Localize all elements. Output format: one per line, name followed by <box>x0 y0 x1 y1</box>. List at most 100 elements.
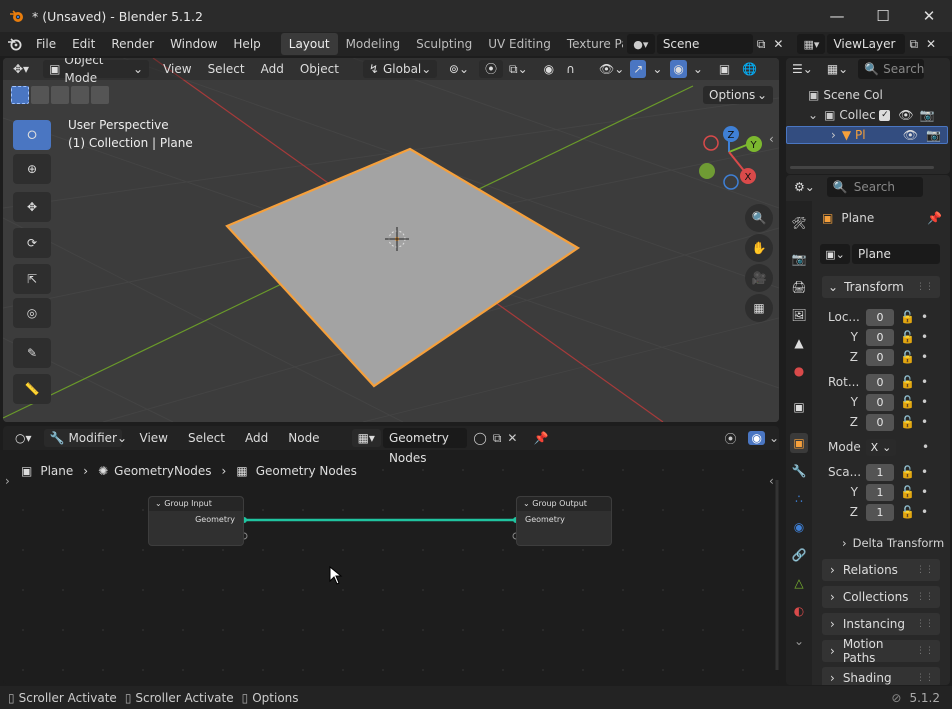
delete-scene-icon[interactable]: ✕ <box>773 37 783 51</box>
rotate-tool-icon[interactable]: ⟳ <box>13 228 51 258</box>
tool-tab-icon[interactable]: 🛠 <box>790 213 808 233</box>
properties-editor-type-icon[interactable]: ⚙⌄ <box>794 180 815 194</box>
properties-search-input[interactable]: 🔍 Search <box>826 177 923 197</box>
menu-render[interactable]: Render <box>103 33 162 55</box>
navigation-gizmo[interactable]: Z Y X <box>691 124 771 194</box>
data-tab-icon[interactable]: △ <box>790 573 808 593</box>
keyframe-dot-icon[interactable]: • <box>921 375 928 389</box>
drag-handle-icon[interactable]: ⋮⋮ <box>916 673 934 683</box>
visibility-eye-icon[interactable]: 👁 <box>903 128 918 142</box>
particles-tab-icon[interactable]: ∴ <box>790 489 808 509</box>
sidebar-toggle-icon[interactable]: ‹ <box>769 474 774 488</box>
exclude-checkbox-icon[interactable]: ✓ <box>879 109 891 121</box>
expand-icon[interactable]: › <box>831 128 836 142</box>
lock-icon[interactable]: 🔓 <box>900 465 915 479</box>
properties-editor[interactable]: ⚙⌄ 🔍 Search 🛠 📷 🖨 🖼 ▲ ● ▣ ▣ 🔧 ∴ ◉ 🔗 △ ◐ … <box>786 175 950 685</box>
tab-uv-editing[interactable]: UV Editing <box>480 33 559 55</box>
select-new-icon[interactable] <box>11 86 29 104</box>
view-layer-tab-icon[interactable]: 🖼 <box>790 305 808 325</box>
unlink-tree-icon[interactable]: ✕ <box>507 431 517 445</box>
menu-edit[interactable]: Edit <box>64 33 103 55</box>
group-input-node[interactable]: ⌄ Group Input Geometry <box>148 496 244 546</box>
object-mode-dropdown[interactable]: ▣ Object Mode ⌄ <box>43 58 150 85</box>
visibility-eye-icon[interactable]: 👁 <box>898 108 913 122</box>
output-tab-icon[interactable]: 🖨 <box>790 277 808 297</box>
close-icon[interactable]: ✕ <box>906 0 952 32</box>
scene-tab-icon[interactable]: ▲ <box>790 333 808 353</box>
display-mode-icon[interactable]: ▦⌄ <box>827 62 848 76</box>
scale-y-field[interactable]: 1 <box>866 483 894 501</box>
scene-selector-icon[interactable]: ●▾ <box>626 34 655 54</box>
proportional-edit-icon[interactable]: ◉ <box>538 60 560 78</box>
outliner-collection[interactable]: ⌄ ▣ Collec ✓ 👁 📷 <box>808 106 948 124</box>
viewport-menu-object[interactable]: Object <box>294 60 345 78</box>
select-intersect-icon[interactable] <box>91 86 109 104</box>
object-tab-icon[interactable]: ▣ <box>790 433 808 453</box>
gizmo-toggle-icon[interactable]: ↗ <box>630 60 647 78</box>
transform-panel-header[interactable]: ⌄ Transform ⋮⋮ <box>822 276 940 298</box>
lock-icon[interactable]: 🔓 <box>900 395 915 409</box>
editor-type-icon[interactable]: ✥▾ <box>7 60 35 78</box>
menu-file[interactable]: File <box>28 33 64 55</box>
viewlayer-field[interactable]: ViewLayer <box>827 34 906 54</box>
overlays-dropdown-icon[interactable]: ⌄ <box>687 60 709 78</box>
camera-view-icon[interactable]: 🎥 <box>745 264 773 292</box>
drag-handle-icon[interactable]: ⋮⋮ <box>916 565 934 575</box>
minimize-icon[interactable]: — <box>814 0 860 32</box>
scale-x-field[interactable]: 1 <box>866 463 894 481</box>
lock-icon[interactable]: 🔓 <box>900 485 915 499</box>
geometry-node-editor[interactable]: ○▾ 🔧 Modifier ⌄ View Select Add Node ▦▾ … <box>3 426 779 684</box>
toolbar-toggle-icon[interactable]: › <box>5 474 10 488</box>
annotate-tool-icon[interactable]: ✎ <box>13 338 51 368</box>
pin-icon[interactable]: 📌 <box>533 431 548 445</box>
node-menu-select[interactable]: Select <box>182 429 231 447</box>
node-menu-view[interactable]: View <box>134 429 174 447</box>
lock-icon[interactable]: 🔓 <box>900 310 915 324</box>
visibility-icon[interactable]: 👁⌄ <box>593 60 630 78</box>
fake-user-shield-icon[interactable]: ◯ <box>473 431 486 445</box>
outliner-editor-type-icon[interactable]: ☰⌄ <box>792 62 813 76</box>
node-tree-browse-icon[interactable]: ▦▾ <box>351 429 381 447</box>
sidebar-toggle-icon[interactable]: ‹ <box>769 132 774 146</box>
tab-modeling[interactable]: Modeling <box>338 33 409 55</box>
drag-handle-icon[interactable]: ⋮⋮ <box>916 592 934 602</box>
ortho-grid-icon[interactable]: ▦ <box>745 294 773 322</box>
keyframe-dot-icon[interactable]: • <box>921 505 928 519</box>
select-subtract-icon[interactable] <box>51 86 69 104</box>
expand-icon[interactable]: ⌄ <box>808 108 818 122</box>
breadcrumb-modifier[interactable]: GeometryNodes <box>114 464 211 478</box>
location-z-field[interactable]: 0 <box>866 348 894 366</box>
keyframe-dot-icon[interactable]: • <box>921 485 928 499</box>
node-overlay-dropdown-icon[interactable]: ⌄ <box>769 431 779 445</box>
gizmo-dropdown-icon[interactable]: ⌄ <box>646 60 668 78</box>
options-dropdown[interactable]: Options ⌄ <box>703 86 773 104</box>
tab-sculpting[interactable]: Sculpting <box>408 33 480 55</box>
render-tab-icon[interactable]: 📷 <box>790 249 808 269</box>
transform-tool-icon[interactable]: ◎ <box>13 298 51 328</box>
snap-node-icon[interactable]: ⦿ <box>724 430 736 447</box>
xray-toggle-icon[interactable]: ▣ <box>713 60 736 78</box>
wireframe-shading-icon[interactable]: 🌐 <box>736 60 763 78</box>
node-menu-add[interactable]: Add <box>239 429 274 447</box>
pin-icon[interactable]: 📌 <box>927 211 942 225</box>
new-scene-icon[interactable]: ⧉ <box>757 37 766 52</box>
keyframe-dot-icon[interactable]: • <box>921 465 928 479</box>
group-output-node[interactable]: ⌄ Group Output Geometry <box>516 496 612 546</box>
breadcrumb-node-tree[interactable]: Geometry Nodes <box>256 464 357 478</box>
location-y-field[interactable]: 0 <box>866 328 894 346</box>
object-name-field[interactable]: Plane <box>852 244 940 264</box>
world-tab-icon[interactable]: ● <box>790 361 808 381</box>
menu-help[interactable]: Help <box>225 33 268 55</box>
outliner-scrollbar[interactable] <box>790 166 934 169</box>
lock-icon[interactable]: 🔓 <box>900 350 915 364</box>
material-tab-icon[interactable]: ◐ <box>790 601 808 621</box>
tab-texture-paint[interactable]: Texture Pai <box>559 33 623 55</box>
lock-icon[interactable]: 🔓 <box>900 375 915 389</box>
object-browse-icon[interactable]: ▣⌄ <box>820 244 850 264</box>
maximize-icon[interactable]: ☐ <box>860 0 906 32</box>
select-extend-icon[interactable] <box>31 86 49 104</box>
keyframe-dot-icon[interactable]: • <box>921 395 928 409</box>
delete-viewlayer-icon[interactable]: ✕ <box>926 37 936 51</box>
delta-transform-subpanel[interactable]: › Delta Transform <box>842 534 948 552</box>
location-x-field[interactable]: 0 <box>866 308 894 326</box>
